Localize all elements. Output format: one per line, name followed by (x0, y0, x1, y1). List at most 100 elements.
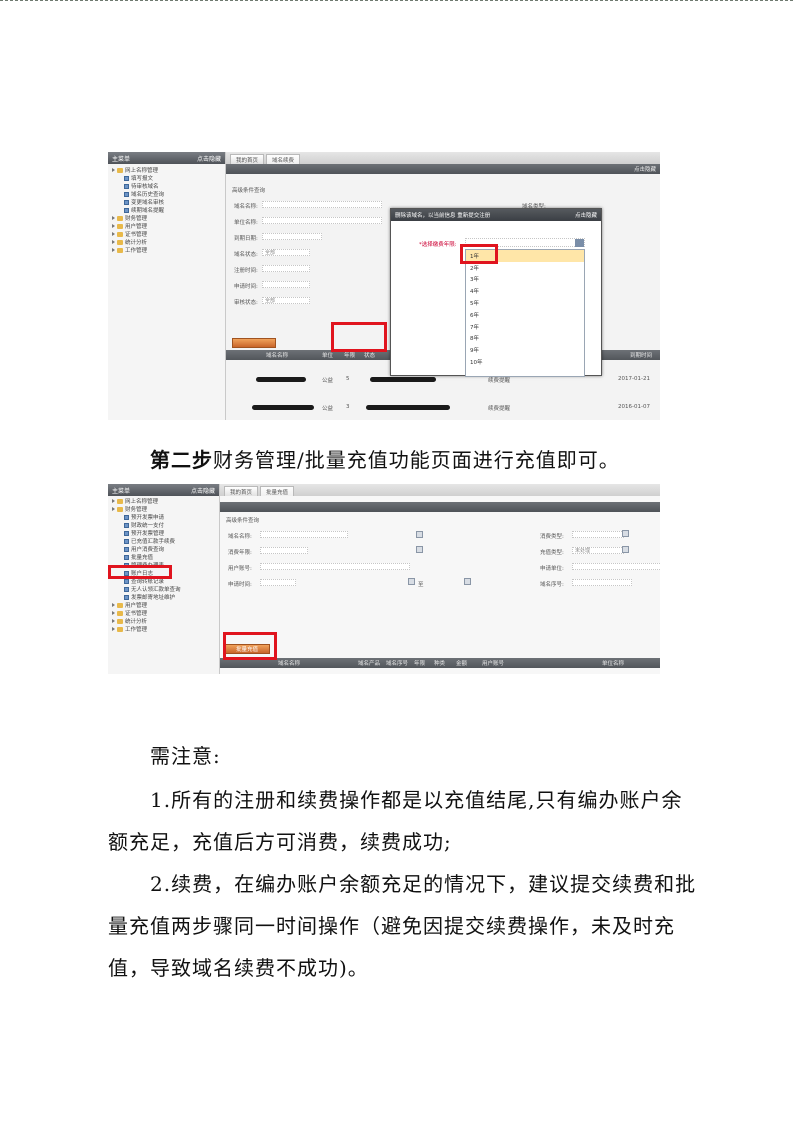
chevron-down-icon[interactable] (575, 239, 584, 247)
chevron-right-icon[interactable] (112, 507, 115, 511)
domain-status-select[interactable]: 全部 (262, 249, 310, 256)
tree-item[interactable]: 填写报文 (108, 174, 225, 182)
chevron-right-icon[interactable] (112, 603, 115, 607)
due-date-input[interactable] (262, 233, 322, 240)
chevron-right-icon[interactable] (112, 611, 115, 615)
dialog-hide-link[interactable]: 点击隐藏 (575, 211, 597, 219)
tree-item[interactable]: 变更域名审核 (108, 198, 225, 206)
tree-item[interactable]: 预开发票申请 (108, 513, 219, 521)
tree-item[interactable]: 证书管理 (108, 230, 225, 238)
tree-item[interactable]: 财务管理 (108, 214, 225, 222)
tree-item[interactable]: 统计分析 (108, 617, 219, 625)
column-header[interactable]: 状态 (364, 351, 375, 359)
tree-item[interactable]: 网上名称管理 (108, 497, 219, 505)
chevron-right-icon[interactable] (112, 248, 115, 252)
apply-time-input[interactable] (262, 281, 310, 288)
recharge-type-select[interactable]: 未处理 (572, 547, 624, 554)
unit-name-input[interactable] (262, 217, 382, 224)
tree-item[interactable]: 证书管理 (108, 609, 219, 617)
apply-time-input[interactable] (260, 579, 296, 586)
highlight-batch-recharge-menu (108, 565, 172, 579)
tree-item[interactable]: 用户消费查询 (108, 545, 219, 553)
domain-serial-input[interactable] (572, 579, 632, 586)
tree-item[interactable]: 续期域名提醒 (108, 206, 225, 214)
tree-hide-link[interactable]: 点击隐藏 (191, 486, 215, 495)
chevron-right-icon[interactable] (112, 240, 115, 244)
chevron-right-icon[interactable] (112, 232, 115, 236)
folder-icon (117, 610, 123, 616)
tab-renewal[interactable]: 域名续费 (266, 154, 301, 164)
column-header[interactable]: 单位名称 (602, 659, 624, 667)
chevron-right-icon[interactable] (112, 627, 115, 631)
section-title: 高级条件查询 (232, 188, 266, 194)
column-header[interactable]: 金额 (456, 659, 467, 667)
calendar-icon[interactable] (408, 578, 415, 585)
tree-item[interactable]: 批量充值 (108, 553, 219, 561)
form-label: 用户账号: (228, 566, 252, 572)
chevron-down-icon[interactable] (622, 546, 629, 553)
user-account-input[interactable] (260, 563, 410, 570)
chevron-right-icon[interactable] (112, 499, 115, 503)
tree-item-label: 域名历史查询 (131, 192, 165, 198)
column-header[interactable]: 域名名称 (278, 659, 300, 667)
dropdown-option[interactable]: 6年 (466, 309, 584, 321)
tree-hide-link[interactable]: 点击隐藏 (197, 154, 221, 163)
consume-type-input[interactable] (572, 531, 624, 538)
column-header[interactable]: 域名序号 (386, 659, 408, 667)
column-header[interactable]: 单位 (322, 351, 333, 359)
tree-item[interactable]: 已充值汇款手续费 (108, 537, 219, 545)
chevron-right-icon[interactable] (112, 619, 115, 623)
register-time-input[interactable] (262, 265, 310, 272)
domain-name-input[interactable] (262, 201, 382, 208)
dropdown-option[interactable]: 5年 (466, 297, 584, 309)
column-header[interactable]: 到期时间 (630, 351, 652, 359)
chevron-right-icon[interactable] (112, 168, 115, 172)
domain-name-input[interactable] (260, 531, 348, 538)
secondary-button[interactable] (232, 338, 276, 348)
tree-item[interactable]: 待审核域名 (108, 182, 225, 190)
column-header[interactable]: 种类 (434, 659, 445, 667)
tree-item[interactable]: 网上名称管理 (108, 166, 225, 174)
form-label: 申请时间: (228, 582, 252, 588)
page-icon (124, 578, 129, 584)
column-header[interactable]: 域名名称 (266, 351, 288, 359)
search-icon[interactable] (416, 546, 423, 553)
search-icon[interactable] (416, 531, 423, 538)
search-icon[interactable] (622, 530, 629, 537)
column-header[interactable]: 年限 (344, 351, 355, 359)
tab-batch-recharge[interactable]: 批量充值 (260, 486, 295, 496)
folder-icon (117, 247, 123, 253)
tree-item[interactable]: 财务管理 (108, 505, 219, 513)
tree-item[interactable]: 域名历史查询 (108, 190, 225, 198)
dropdown-option[interactable]: 3年 (466, 274, 584, 286)
column-header[interactable]: 年限 (414, 659, 425, 667)
tab-home[interactable]: 我的首页 (224, 486, 259, 496)
tree-item[interactable]: 用户管理 (108, 222, 225, 230)
tree-item[interactable]: 统计分析 (108, 238, 225, 246)
years-input[interactable] (260, 547, 308, 554)
tree-item[interactable]: 用户管理 (108, 601, 219, 609)
dropdown-option[interactable]: 10年 (466, 356, 584, 368)
dropdown-option[interactable]: 9年 (466, 344, 584, 356)
folder-icon (117, 167, 123, 173)
calendar-icon[interactable] (464, 578, 471, 585)
tree-item[interactable]: 无人认领汇款单查询 (108, 585, 219, 593)
tree-item[interactable]: 工作管理 (108, 246, 225, 254)
tree-item[interactable]: 发票邮寄地址维护 (108, 593, 219, 601)
apply-unit-input[interactable] (572, 563, 660, 570)
dropdown-option[interactable]: 8年 (466, 333, 584, 345)
table-row[interactable]: 公益 3 续费提醒 2016-01-07 (226, 398, 660, 418)
chevron-right-icon[interactable] (112, 224, 115, 228)
column-header[interactable]: 域名产品 (358, 659, 380, 667)
tree-item[interactable]: 工作管理 (108, 625, 219, 633)
panel-hide-link[interactable]: 点击隐藏 (634, 165, 656, 173)
chevron-right-icon[interactable] (112, 216, 115, 220)
tree-item[interactable]: 预开发票管理 (108, 529, 219, 537)
tree-item[interactable]: 财政统一支付 (108, 521, 219, 529)
tab-home[interactable]: 我的首页 (230, 154, 265, 164)
review-status-select[interactable]: 全部 (262, 297, 310, 304)
dropdown-option[interactable]: 7年 (466, 321, 584, 333)
dropdown-option[interactable]: 4年 (466, 285, 584, 297)
tree-item-label: 已充值汇款手续费 (131, 539, 176, 545)
column-header[interactable]: 用户账号 (482, 659, 504, 667)
